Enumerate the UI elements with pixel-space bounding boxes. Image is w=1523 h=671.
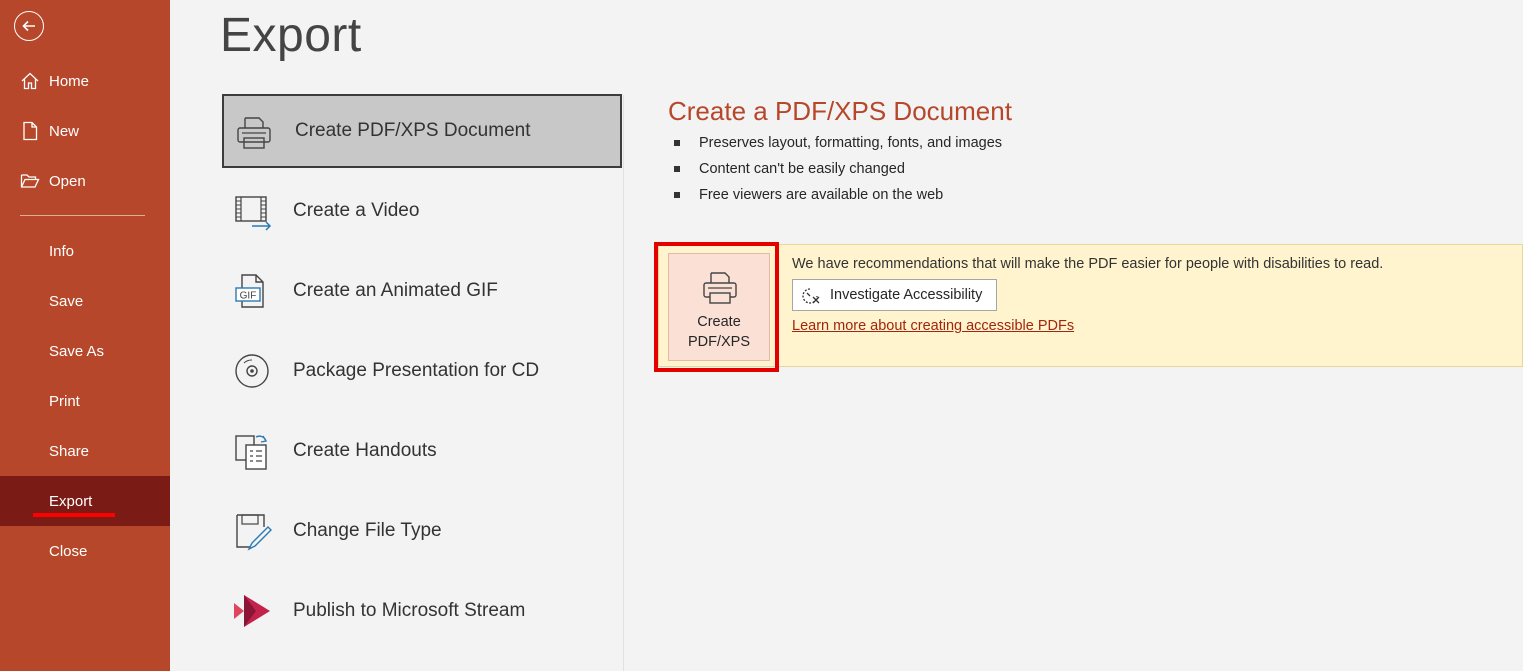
sidebar-item-label: Save xyxy=(49,292,84,310)
open-folder-icon xyxy=(20,174,40,188)
cd-icon xyxy=(235,354,269,388)
feature-bullet: Preserves layout, formatting, fonts, and… xyxy=(674,135,1002,151)
export-option-publish-microsoft-stream[interactable]: Publish to Microsoft Stream xyxy=(222,574,622,648)
investigate-button-label: Investigate Accessibility xyxy=(830,287,983,303)
feature-bullet: Content can't be easily changed xyxy=(674,161,905,177)
sidebar-divider xyxy=(20,215,145,216)
bullet-marker xyxy=(674,140,680,146)
backstage-sidebar: Home New Open Info Save Save As Print Sh… xyxy=(0,0,170,671)
bullet-marker xyxy=(674,166,680,172)
sidebar-item-label: Export xyxy=(49,492,93,510)
svg-text:GIF: GIF xyxy=(240,291,257,302)
sidebar-item-save-as[interactable]: Save As xyxy=(0,326,170,376)
sidebar-item-label: Close xyxy=(49,542,88,560)
export-option-label: Publish to Microsoft Stream xyxy=(293,600,526,621)
sidebar-item-home[interactable]: Home xyxy=(0,56,170,106)
gif-icon: GIF xyxy=(235,274,264,308)
sidebar-item-print[interactable]: Print xyxy=(0,376,170,426)
handouts-icon xyxy=(235,435,268,470)
sidebar-item-label: Save As xyxy=(49,342,105,360)
video-icon xyxy=(235,196,272,231)
sidebar-item-share[interactable]: Share xyxy=(0,426,170,476)
export-option-label: Change File Type xyxy=(293,520,442,541)
export-option-create-handouts[interactable]: Create Handouts xyxy=(222,414,622,488)
create-button-red-highlight xyxy=(654,242,779,372)
export-option-package-for-cd[interactable]: Package Presentation for CD xyxy=(222,334,622,408)
back-arrow-icon xyxy=(22,20,35,32)
page-title: Export xyxy=(220,9,362,62)
recommendation-text: We have recommendations that will make t… xyxy=(792,256,1384,272)
export-option-label: Create Handouts xyxy=(293,440,437,461)
sidebar-item-close[interactable]: Close xyxy=(0,526,170,576)
accessibility-checker-icon xyxy=(802,288,820,304)
export-option-create-animated-gif[interactable]: GIF Create an Animated GIF xyxy=(222,254,622,328)
sidebar-item-label: New xyxy=(49,122,80,140)
export-highlight-underline xyxy=(33,513,115,517)
bullet-text: Content can't be easily changed xyxy=(699,161,905,177)
bullet-text: Preserves layout, formatting, fonts, and… xyxy=(699,135,1003,151)
sidebar-item-open[interactable]: Open xyxy=(0,156,170,206)
export-option-label: Create an Animated GIF xyxy=(293,280,498,301)
sidebar-item-label: Print xyxy=(49,392,80,410)
sidebar-item-new[interactable]: New xyxy=(0,106,170,156)
microsoft-stream-icon xyxy=(234,595,270,627)
export-option-label: Package Presentation for CD xyxy=(293,360,540,381)
learn-more-accessible-pdfs-link[interactable]: Learn more about creating accessible PDF… xyxy=(792,318,1074,334)
home-icon xyxy=(21,72,39,90)
sidebar-item-info[interactable]: Info xyxy=(0,226,170,276)
back-button[interactable] xyxy=(14,11,44,41)
pdf-document-icon xyxy=(237,117,271,149)
sidebar-item-label: Open xyxy=(49,172,86,190)
new-document-icon xyxy=(23,121,38,141)
investigate-accessibility-button[interactable]: Investigate Accessibility xyxy=(792,279,997,311)
sidebar-item-label: Share xyxy=(49,442,90,460)
sidebar-item-export[interactable]: Export xyxy=(0,476,170,526)
options-divider xyxy=(623,95,624,671)
export-option-create-pdf-xps[interactable]: Create PDF/XPS Document xyxy=(222,94,622,168)
sidebar-item-label: Home xyxy=(49,72,90,90)
change-file-type-icon xyxy=(236,514,272,551)
bullet-marker xyxy=(674,192,680,198)
export-option-label: Create PDF/XPS Document xyxy=(295,120,531,141)
sidebar-item-save[interactable]: Save xyxy=(0,276,170,326)
export-option-label: Create a Video xyxy=(293,200,420,221)
feature-bullet: Free viewers are available on the web xyxy=(674,187,943,203)
export-option-change-file-type[interactable]: Change File Type xyxy=(222,494,622,568)
export-option-create-video[interactable]: Create a Video xyxy=(222,174,622,248)
detail-title: Create a PDF/XPS Document xyxy=(668,96,1012,126)
bullet-text: Free viewers are available on the web xyxy=(699,187,944,203)
sidebar-item-label: Info xyxy=(49,242,75,260)
